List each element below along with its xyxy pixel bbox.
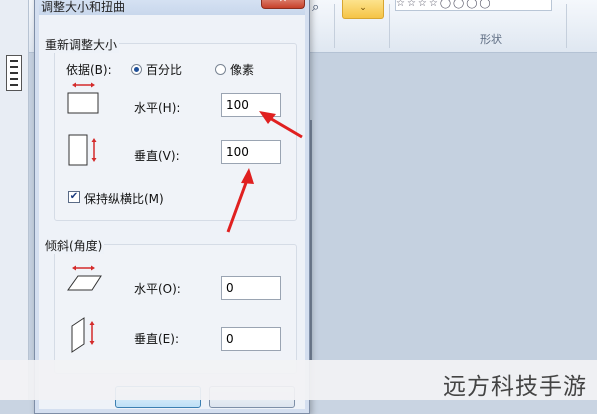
resize-vertical-label: 垂直(V): (134, 149, 180, 163)
dialog-title-bar[interactable]: 调整大小和扭曲 ✕ (35, 0, 309, 15)
keep-aspect-ratio-label[interactable]: 保持纵横比(M) (84, 190, 164, 207)
resize-vertical-icon (68, 134, 97, 166)
page-thumbnail-icon[interactable] (6, 55, 22, 91)
skew-horizontal-input[interactable]: 0 (221, 276, 281, 300)
shapes-gallery-items: ☆☆☆☆◯◯◯◯ (396, 0, 493, 9)
resize-skew-dialog: 调整大小和扭曲 ✕ 重新调整大小 依据(B): 百分比 像素 水平(H): 10… (34, 0, 310, 414)
shapes-gallery[interactable]: ☆☆☆☆◯◯◯◯ (395, 0, 552, 11)
skew-vertical-icon (71, 317, 95, 353)
resize-horizontal-input[interactable]: 100 (221, 93, 281, 117)
percent-radio-label[interactable]: 百分比 (146, 61, 182, 78)
skew-horizontal-label: 水平(O): (134, 282, 181, 296)
skew-group-title: 倾斜(角度) (43, 237, 105, 254)
resize-vertical-input[interactable]: 100 (221, 140, 281, 164)
percent-radio[interactable] (131, 64, 142, 75)
shapes-group-label: 形状 (480, 33, 502, 46)
watermark-text: 远方科技手游 (443, 374, 587, 400)
ribbon-separator (566, 4, 567, 48)
close-icon: ✕ (279, 0, 287, 5)
chevron-down-icon: ⌄ (359, 3, 367, 13)
skew-vertical-input[interactable]: 0 (221, 327, 281, 351)
ribbon-separator (334, 4, 335, 48)
resize-group-title: 重新调整大小 (43, 36, 120, 53)
pixels-radio[interactable] (215, 64, 226, 75)
resize-horizontal-icon (67, 82, 99, 114)
keep-aspect-ratio-checkbox[interactable]: ✔ (68, 191, 80, 203)
ribbon-separator (389, 4, 390, 48)
skew-vertical-label: 垂直(E): (134, 332, 179, 346)
basis-label: 依据(B): (66, 63, 112, 77)
close-button[interactable]: ✕ (261, 0, 305, 9)
pixels-radio-label[interactable]: 像素 (230, 61, 254, 78)
color-dropdown-button[interactable]: ⌄ (342, 0, 384, 19)
skew-horizontal-icon (67, 265, 102, 291)
left-panel (0, 0, 29, 400)
resize-horizontal-label: 水平(H): (134, 101, 181, 115)
dialog-title: 调整大小和扭曲 (41, 0, 126, 14)
magnifier-icon[interactable]: ⌕ (312, 0, 319, 15)
